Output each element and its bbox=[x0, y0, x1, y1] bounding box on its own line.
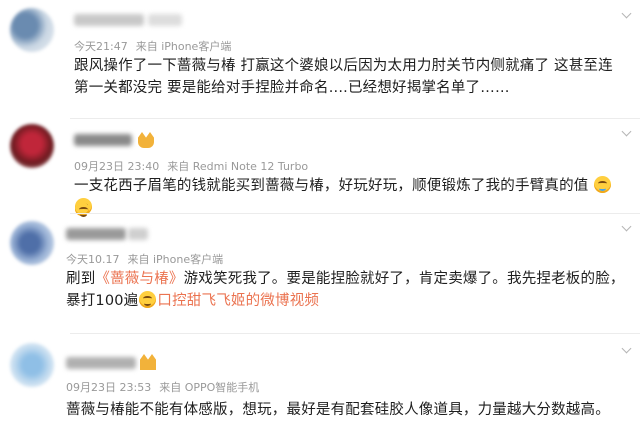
video-link[interactable]: 口控甜飞飞姬的微博视频 bbox=[157, 293, 319, 309]
comment-text: 跟风操作了一下蔷薇与椿 打赢这个婆娘以后因为太用力肘关节内侧就痛了 这甚至连第一… bbox=[74, 58, 613, 96]
chevron-down-icon[interactable] bbox=[621, 343, 632, 354]
chevron-down-icon[interactable] bbox=[621, 221, 632, 232]
comment-time: 09月23日 23:53 bbox=[66, 381, 152, 394]
chevron-down-icon[interactable] bbox=[621, 8, 632, 19]
comment-meta: 09月23日 23:53 来自 OPPO智能手机 bbox=[66, 379, 267, 395]
comment-time: 09月23日 23:40 bbox=[74, 160, 160, 173]
laugh-cry-emoji-icon bbox=[594, 176, 612, 193]
comment-meta: 今天10.17 来自 iPhone客户端 bbox=[66, 251, 231, 267]
smile-emoji-icon bbox=[139, 291, 157, 308]
text-segment: 刷到 bbox=[66, 271, 96, 287]
username[interactable] bbox=[66, 228, 126, 240]
text-segment: 暴打100遍 bbox=[66, 293, 139, 309]
comment-source: 来自 iPhone客户端 bbox=[127, 253, 224, 266]
username[interactable] bbox=[66, 357, 136, 369]
chevron-down-icon[interactable] bbox=[621, 126, 632, 137]
avatar[interactable] bbox=[10, 343, 54, 387]
comment-time: 今天21:47 bbox=[74, 40, 128, 53]
username-extra bbox=[148, 14, 182, 26]
comment-time: 今天10.17 bbox=[66, 253, 120, 266]
comment-4: 09月23日 23:53 来自 OPPO智能手机 蔷薇与椿能不能有体感版，想玩，最… bbox=[0, 333, 640, 427]
comment-text: 蔷薇与椿能不能有体感版，想玩，最好是有配套硅胶人像道具，力量越大分数越高。 bbox=[66, 402, 610, 418]
topic-link[interactable]: 《蔷薇与椿》 bbox=[95, 271, 183, 287]
comment-text-content: 一支花西子眉笔的钱就能买到蔷薇与椿，好玩好玩，顺便锻炼了我的手臂真的值 bbox=[74, 178, 589, 194]
comment-source: 来自 iPhone客户端 bbox=[135, 40, 232, 53]
comment-source: 来自 Redmi Note 12 Turbo bbox=[167, 160, 309, 173]
username[interactable] bbox=[74, 134, 132, 146]
comment-2: 09月23日 23:40 来自 Redmi Note 12 Turbo 一支花西子… bbox=[0, 118, 640, 217]
avatar[interactable] bbox=[10, 124, 54, 168]
comment-3: 今天10.17 来自 iPhone客户端 刷到《蔷薇与椿》游戏笑死我了。要是能捏脸… bbox=[0, 213, 640, 333]
crown-badge-icon bbox=[140, 354, 156, 370]
username-extra bbox=[128, 228, 148, 240]
comment-1: 今天21:47 来自 iPhone客户端 跟风操作了一下蔷薇与椿 打赢这个婆娘以后… bbox=[0, 0, 640, 118]
text-segment: 游戏笑死我了。要是能捏脸就好了，肯定卖爆了。我先捏老板的脸， bbox=[183, 271, 625, 287]
avatar[interactable] bbox=[10, 8, 54, 52]
comment-meta: 今天21:47 来自 iPhone客户端 bbox=[74, 38, 239, 54]
comment-text: 刷到《蔷薇与椿》游戏笑死我了。要是能捏脸就好了，肯定卖爆了。我先捏老板的脸， 暴… bbox=[66, 268, 632, 312]
avatar[interactable] bbox=[10, 221, 54, 265]
crown-badge-icon bbox=[138, 132, 154, 148]
comment-meta: 09月23日 23:40 来自 Redmi Note 12 Turbo bbox=[74, 158, 316, 174]
username[interactable] bbox=[74, 14, 144, 26]
comment-source: 来自 OPPO智能手机 bbox=[159, 381, 260, 394]
